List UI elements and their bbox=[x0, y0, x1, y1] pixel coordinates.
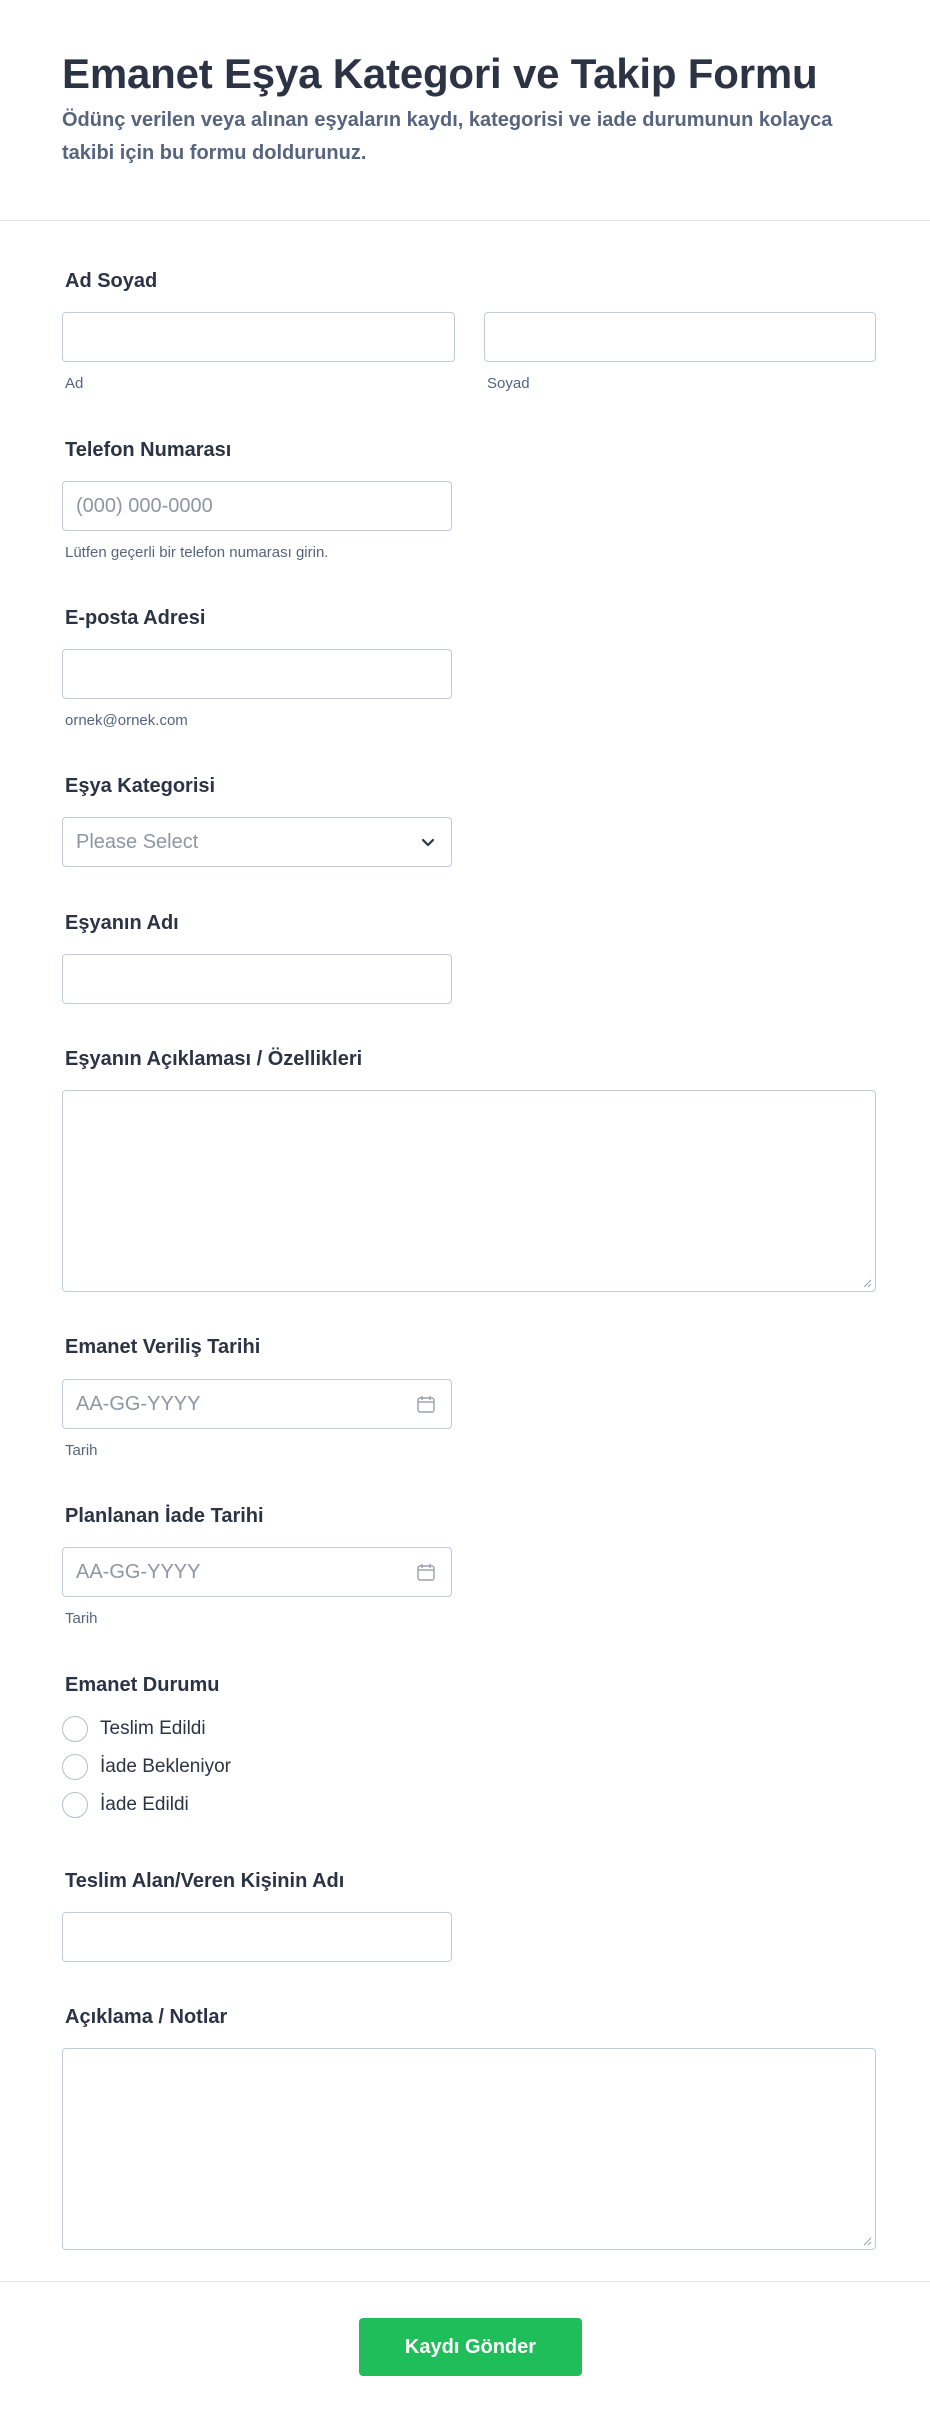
category-selected: Please Select bbox=[76, 831, 199, 853]
return-date-input[interactable]: AA-GG-YYYY bbox=[62, 1547, 452, 1597]
resize-handle-icon[interactable] bbox=[862, 1278, 872, 1288]
radio-button[interactable] bbox=[62, 1754, 88, 1780]
radio-label: İade Bekleniyor bbox=[100, 1756, 231, 1777]
form-header: Emanet Eşya Kategori ve Takip Formu Ödün… bbox=[0, 0, 930, 221]
resize-handle-icon[interactable] bbox=[862, 2236, 872, 2246]
first-name-sublabel: Ad bbox=[65, 375, 84, 392]
return-date-label: Planlanan İade Tarihi bbox=[65, 1505, 264, 1527]
category-label: Eşya Kategorisi bbox=[65, 775, 216, 797]
status-label: Emanet Durumu bbox=[65, 1674, 220, 1696]
first-name-input[interactable] bbox=[62, 312, 455, 362]
form-subtitle: Ödünç verilen veya alınan eşyaların kayd… bbox=[62, 109, 833, 164]
lend-date-sublabel: Tarih bbox=[65, 1442, 98, 1459]
last-name-input[interactable] bbox=[484, 312, 876, 362]
last-name-sublabel: Soyad bbox=[487, 375, 530, 392]
item-name-input[interactable] bbox=[62, 954, 452, 1004]
radio-label: Teslim Edildi bbox=[100, 1718, 206, 1739]
form-title: Emanet Eşya Kategori ve Takip Formu bbox=[62, 50, 818, 97]
email-input[interactable] bbox=[62, 649, 452, 699]
radio-label: İade Edildi bbox=[100, 1794, 189, 1815]
radio-button[interactable] bbox=[62, 1792, 88, 1818]
item-description-textarea[interactable] bbox=[62, 1090, 876, 1292]
lend-date-input[interactable]: AA-GG-YYYY bbox=[62, 1379, 452, 1429]
radio-button[interactable] bbox=[62, 1716, 88, 1742]
phone-sublabel: Lütfen geçerli bir telefon numarası giri… bbox=[65, 544, 329, 561]
email-label: E-posta Adresi bbox=[65, 607, 206, 629]
contact-person-input[interactable] bbox=[62, 1912, 452, 1962]
phone-placeholder: (000) 000-0000 bbox=[76, 495, 213, 517]
phone-input[interactable]: (000) 000-0000 bbox=[62, 481, 452, 531]
notes-textarea[interactable] bbox=[62, 2048, 876, 2250]
calendar-icon[interactable] bbox=[415, 1561, 437, 1583]
calendar-icon[interactable] bbox=[415, 1393, 437, 1415]
notes-label: Açıklama / Notlar bbox=[65, 2006, 228, 2028]
category-select[interactable]: Please Select bbox=[62, 817, 452, 867]
email-sublabel: ornek@ornek.com bbox=[65, 712, 188, 729]
return-date-sublabel: Tarih bbox=[65, 1610, 98, 1627]
contact-person-label: Teslim Alan/Veren Kişinin Adı bbox=[65, 1870, 345, 1892]
item-name-label: Eşyanın Adı bbox=[65, 912, 179, 934]
footer-divider bbox=[0, 2281, 930, 2282]
full-name-label: Ad Soyad bbox=[65, 270, 158, 292]
lend-date-label: Emanet Veriliş Tarihi bbox=[65, 1336, 261, 1358]
submit-button[interactable]: Kaydı Gönder bbox=[359, 2318, 582, 2376]
phone-label: Telefon Numarası bbox=[65, 439, 232, 461]
lend-date-placeholder: AA-GG-YYYY bbox=[76, 1393, 201, 1415]
return-date-placeholder: AA-GG-YYYY bbox=[76, 1561, 201, 1583]
chevron-down-icon bbox=[421, 838, 435, 847]
item-description-label: Eşyanın Açıklaması / Özellikleri bbox=[65, 1048, 363, 1070]
